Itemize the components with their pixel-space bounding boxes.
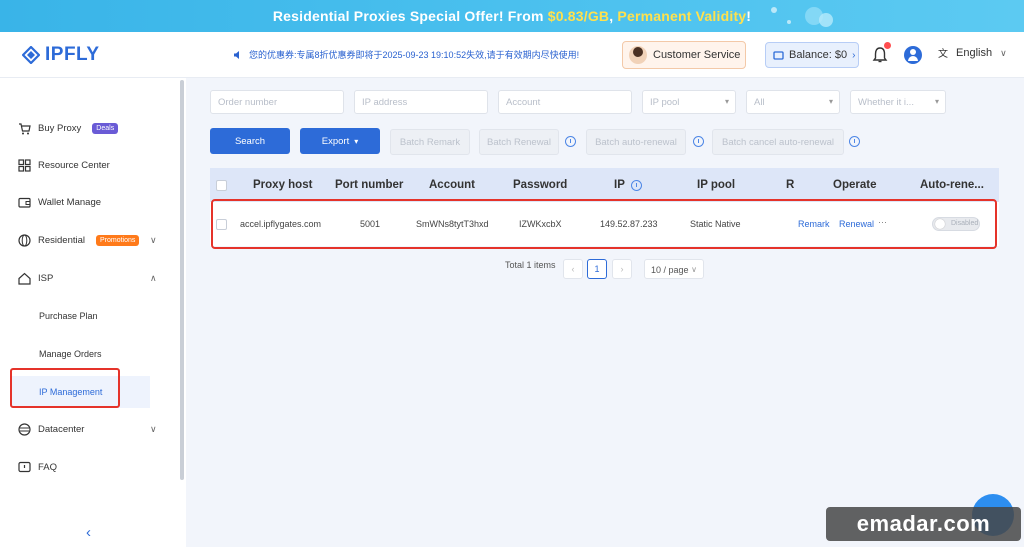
page-size-select[interactable]: 10 / page ∨: [644, 259, 704, 279]
faq-icon: [18, 461, 31, 472]
account-input[interactable]: Account: [498, 90, 632, 114]
chevron-down-icon: ▾: [724, 97, 729, 106]
cart-icon: [19, 122, 31, 134]
sidebar: Buy Proxy Deals Resource Center Wallet M…: [0, 78, 186, 547]
user-avatar-icon[interactable]: [904, 46, 922, 64]
sidebar-item-buy-proxy[interactable]: Buy Proxy Deals: [18, 118, 119, 138]
balance-button[interactable]: Balance: $0 ›: [765, 42, 859, 68]
column-header-proxy-host: Proxy host: [253, 179, 313, 191]
column-header-ip-pool: IP pool: [697, 179, 736, 191]
all-select[interactable]: All ▾: [746, 90, 840, 114]
sidebar-item-faq[interactable]: FAQ: [18, 457, 57, 477]
language-selector[interactable]: 文 English ∨: [938, 47, 1007, 59]
chevron-down-icon: ▾: [828, 97, 833, 106]
sidebar-item-label: FAQ: [38, 461, 58, 473]
banner-text: Residential Proxies Special Offer! From …: [272, 8, 752, 24]
chevron-right-icon: ›: [852, 49, 856, 61]
column-header-account: Account: [429, 179, 475, 191]
ip-address-input[interactable]: IP address: [354, 90, 488, 114]
search-button[interactable]: Search: [210, 128, 290, 154]
sidebar-scrollbar[interactable]: [180, 80, 184, 480]
customer-service-button[interactable]: Customer Service: [622, 41, 746, 69]
export-button[interactable]: Export ▾: [300, 128, 380, 154]
sidebar-item-label: Wallet Manage: [38, 196, 102, 208]
balance-label: Balance: $0: [789, 49, 848, 61]
chevron-down-icon: ∨: [1000, 47, 1007, 58]
wallet-icon: [18, 197, 31, 208]
promo-banner[interactable]: Residential Proxies Special Offer! From …: [0, 0, 1024, 32]
logo-text: IPFLY: [45, 44, 100, 65]
column-header-auto-renewal: Auto-rene...: [920, 179, 984, 191]
column-header-password: Password: [513, 179, 568, 191]
chevron-down-icon: ▾: [354, 136, 359, 146]
banner-decoration-icon: [771, 7, 833, 27]
logo-icon: [22, 46, 40, 64]
batch-renewal-button[interactable]: Batch Renewal: [479, 129, 559, 155]
speaker-icon: [234, 50, 239, 59]
promotions-badge: Promotions: [96, 234, 140, 246]
grid-icon: [18, 158, 31, 172]
wallet-icon: [773, 50, 784, 60]
server-icon: [18, 422, 31, 436]
batch-cancel-auto-renewal-button[interactable]: Batch cancel auto-renewal: [712, 129, 844, 155]
chevron-down-icon[interactable]: ∨: [150, 235, 157, 246]
batch-auto-renewal-button[interactable]: Batch auto-renewal: [586, 129, 686, 155]
sidebar-item-label: Residential: [38, 234, 85, 246]
sidebar-item-resource-center[interactable]: Resource Center: [18, 155, 110, 175]
sidebar-subitem-manage-orders[interactable]: Manage Orders: [39, 349, 102, 359]
sidebar-subitem-purchase-plan[interactable]: Purchase Plan: [39, 311, 98, 321]
chevron-down-icon: ▾: [934, 97, 939, 106]
chevron-up-icon[interactable]: ∧: [150, 273, 157, 284]
collapse-sidebar-icon[interactable]: ‹: [86, 524, 91, 541]
globe-icon: [18, 233, 31, 247]
home-icon: [18, 272, 31, 285]
customer-service-label: Customer Service: [653, 49, 741, 61]
sidebar-item-datacenter[interactable]: Datacenter: [18, 419, 84, 439]
column-header-ip: IP: [614, 179, 625, 191]
notification-dot: [884, 42, 891, 49]
total-items: Total 1 items: [505, 260, 556, 270]
logo[interactable]: IPFLY: [22, 44, 100, 66]
sidebar-item-label: Buy Proxy: [38, 122, 82, 134]
notice-text: 您的优惠券:专属8折优惠券即将于2025-09-23 19:10:52失效,请于…: [249, 50, 580, 60]
deals-badge: Deals: [92, 122, 119, 134]
info-icon[interactable]: [693, 136, 704, 147]
watermark: emadar.com: [826, 507, 1021, 541]
highlight-box: [211, 199, 997, 249]
svg-text:文: 文: [938, 47, 948, 59]
table-header: Proxy host Port number Account Password …: [210, 168, 999, 202]
ip-pool-select[interactable]: IP pool ▾: [642, 90, 736, 114]
sidebar-item-label: ISP: [38, 272, 54, 284]
highlight-box: [10, 368, 120, 408]
column-header-port: Port number: [335, 179, 404, 191]
info-icon[interactable]: [565, 136, 576, 147]
order-number-input[interactable]: Order number: [210, 90, 344, 114]
sidebar-item-isp[interactable]: ISP: [18, 268, 53, 288]
info-icon[interactable]: [849, 136, 860, 147]
prev-page-button[interactable]: ‹: [563, 259, 583, 279]
page-1-button[interactable]: 1: [587, 259, 607, 279]
agent-avatar: [629, 46, 647, 64]
translate-icon: 文: [938, 47, 948, 59]
column-header-r: R: [786, 179, 795, 191]
info-icon[interactable]: [631, 180, 642, 191]
batch-remark-button[interactable]: Batch Remark: [390, 129, 470, 155]
sidebar-item-wallet-manage[interactable]: Wallet Manage: [18, 192, 101, 212]
sidebar-item-label: Resource Center: [38, 159, 110, 171]
chevron-down-icon[interactable]: ∨: [150, 424, 157, 435]
whether-select[interactable]: Whether it i... ▾: [850, 90, 946, 114]
select-all-checkbox[interactable]: [216, 180, 227, 191]
next-page-button[interactable]: ›: [612, 259, 632, 279]
column-header-operate: Operate: [833, 179, 877, 191]
chevron-down-icon: ∨: [691, 265, 697, 274]
coupon-notice: 您的优惠券:专属8折优惠券即将于2025-09-23 19:10:52失效,请于…: [233, 48, 579, 61]
language-label: English: [956, 47, 993, 59]
sidebar-item-residential[interactable]: Residential Promotions: [18, 230, 140, 250]
sidebar-item-label: Datacenter: [38, 423, 85, 435]
top-header: IPFLY 您的优惠券:专属8折优惠券即将于2025-09-23 19:10:5…: [0, 32, 1024, 78]
